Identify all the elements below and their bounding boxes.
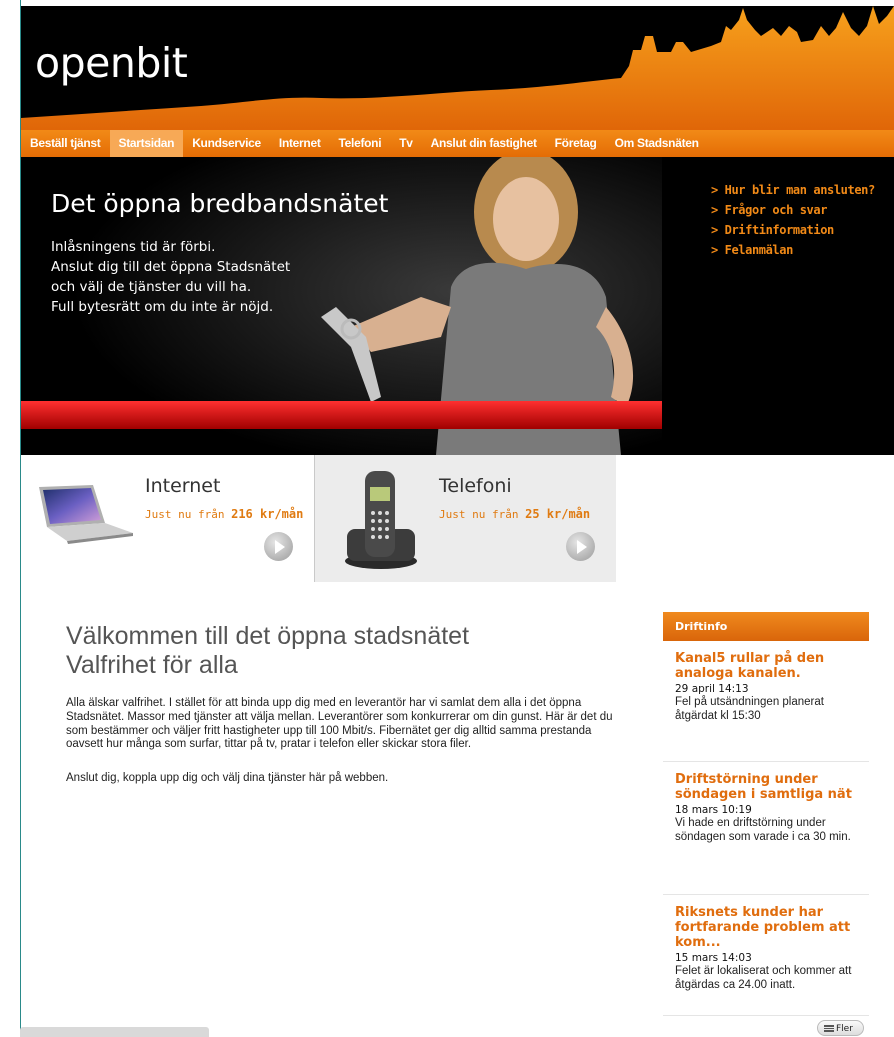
price-value: 25 kr/mån	[525, 507, 591, 521]
horizontal-scrollbar[interactable]	[20, 1027, 209, 1037]
news-title-link[interactable]: Driftstörning under söndagen i samtliga …	[675, 772, 857, 802]
nav-item-tv[interactable]: Tv	[390, 130, 421, 157]
nav-item-bestall-tjanst[interactable]: Beställ tjänst	[21, 130, 110, 157]
news-title-link[interactable]: Kanal5 rullar på den analoga kanalen.	[675, 651, 857, 681]
page: openbit Beställ tjänst Startsidan Kundse…	[0, 0, 894, 1037]
news-date: 18 mars 10:19	[675, 804, 752, 816]
welcome-body: Alla älskar valfrihet. I stället för att…	[66, 697, 618, 806]
hero-text: Inlåsningens tid är förbi. Anslut dig ti…	[51, 237, 290, 317]
link-hur-blir-man-ansluten[interactable]: > Hur blir man ansluten?	[711, 180, 875, 200]
welcome-heading: Välkommen till det öppna stadsnätet Valf…	[66, 622, 626, 680]
welcome-heading-line: Valfrihet för alla	[66, 651, 238, 679]
main-navigation: Beställ tjänst Startsidan Kundservice In…	[21, 130, 894, 157]
news-title-link[interactable]: Riksnets kunder har fortfarande problem …	[675, 905, 857, 950]
price-prefix: Just nu från	[439, 508, 519, 521]
news-date: 29 april 14:13	[675, 683, 749, 695]
price-prefix: Just nu från	[145, 508, 225, 521]
welcome-heading-line: Välkommen till det öppna stadsnätet	[66, 622, 470, 650]
nav-item-foretag[interactable]: Företag	[546, 130, 606, 157]
news-text: Vi hade en driftstörning under söndagen …	[675, 817, 851, 843]
news-item: Riksnets kunder har fortfarande problem …	[663, 895, 869, 1016]
news-item: Driftstörning under söndagen i samtliga …	[663, 762, 869, 895]
play-arrow-icon[interactable]	[264, 532, 293, 561]
news-text: Fel på utsändningen planerat åtgärdat kl…	[675, 696, 824, 722]
hero-text-line: Full bytesrätt om du inte är nöjd.	[51, 299, 274, 315]
promo-telefoni[interactable]: Telefoni Just nu från 25 kr/mån	[314, 455, 616, 582]
openbit-logo[interactable]: openbit	[35, 39, 188, 87]
price-value: 216 kr/mån	[231, 507, 304, 521]
nav-item-telefoni[interactable]: Telefoni	[330, 130, 391, 157]
promo-telefoni-title: Telefoni	[439, 475, 512, 497]
news-date: 15 mars 14:03	[675, 952, 752, 964]
promo-internet-price: Just nu från 216 kr/mån	[145, 507, 303, 521]
news-item: Kanal5 rullar på den analoga kanalen. 29…	[663, 641, 869, 762]
driftinfo-sidebar: Driftinfo Kanal5 rullar på den analoga k…	[663, 612, 869, 1016]
promo-internet[interactable]: Internet Just nu från 216 kr/mån	[21, 455, 314, 582]
nav-item-kundservice[interactable]: Kundservice	[183, 130, 270, 157]
site-header: openbit	[21, 6, 894, 130]
news-text: Felet är lokaliserat och kommer att åtgä…	[675, 965, 852, 991]
body-paragraph: Alla älskar valfrihet. I stället för att…	[66, 697, 613, 751]
promo-telefoni-price: Just nu från 25 kr/mån	[439, 507, 590, 521]
hero-text-line: och välj de tjänster du vill ha.	[51, 279, 252, 295]
play-arrow-icon[interactable]	[566, 532, 595, 561]
nav-item-internet[interactable]: Internet	[270, 130, 330, 157]
link-fragor-och-svar[interactable]: > Frågor och svar	[711, 200, 875, 220]
hero-text-line: Inlåsningens tid är förbi.	[51, 239, 216, 255]
nav-item-om-stadsnaten[interactable]: Om Stadsnäten	[606, 130, 708, 157]
link-felanmalan[interactable]: > Felanmälan	[711, 240, 875, 260]
link-driftinformation[interactable]: > Driftinformation	[711, 220, 875, 240]
more-button-label: Fler	[836, 1024, 853, 1034]
hero-text-line: Anslut dig till det öppna Stadsnätet	[51, 259, 291, 275]
body-paragraph: Anslut dig, koppla upp dig och välj dina…	[66, 772, 389, 785]
driftinfo-heading: Driftinfo	[663, 612, 869, 641]
laptop-image	[39, 485, 133, 544]
hero-banner[interactable]: Det öppna bredbandsnätet Inlåsningens ti…	[21, 157, 894, 455]
more-news-button[interactable]: Fler	[817, 1020, 864, 1036]
hero-title: Det öppna bredbandsnätet	[51, 189, 389, 218]
hero-quick-links: > Hur blir man ansluten? > Frågor och sv…	[711, 180, 875, 260]
list-icon	[824, 1025, 834, 1032]
cordless-phone-image	[345, 471, 417, 569]
nav-item-anslut-din-fastighet[interactable]: Anslut din fastighet	[422, 130, 546, 157]
promo-internet-title: Internet	[145, 475, 221, 497]
nav-item-startsidan[interactable]: Startsidan	[109, 130, 184, 157]
